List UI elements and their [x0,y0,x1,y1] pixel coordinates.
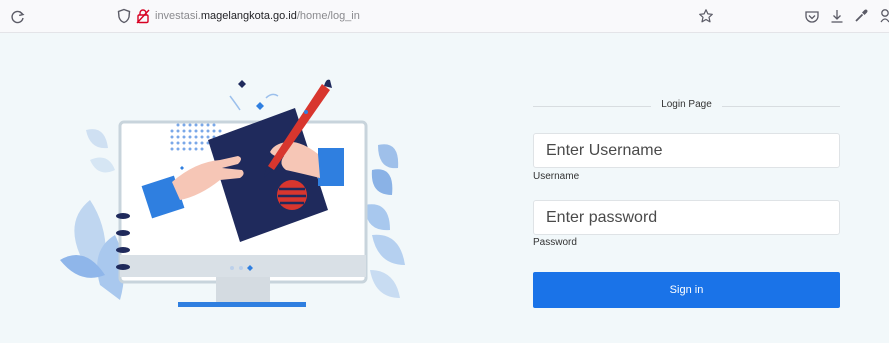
login-illustration [60,79,405,307]
login-header: Login Page [533,96,840,116]
lock-icon[interactable] [136,8,150,24]
username-label: Username [533,171,580,182]
url-prefix: investasi. [155,10,201,22]
username-field[interactable] [533,133,840,168]
star-icon[interactable] [698,8,714,24]
browser-toolbar: investasi.magelangkota.go.id/home/log_in [0,0,889,33]
url-host: magelangkota.go.id [200,10,297,22]
sign-in-button[interactable]: Sign in [533,272,840,308]
url-path: /home/log_in [296,10,360,22]
shield-icon[interactable] [117,8,131,24]
eyedropper-icon[interactable] [853,8,869,24]
password-label: Password [533,237,577,248]
login-title: Login Page [661,99,712,110]
header-divider-right [722,106,840,107]
more-icon[interactable] [879,8,889,24]
reload-icon[interactable] [10,9,26,25]
address-bar[interactable]: investasi.magelangkota.go.id/home/log_in [155,10,360,22]
password-field[interactable] [533,200,840,235]
pocket-icon[interactable] [804,9,820,25]
download-icon[interactable] [829,8,845,24]
header-divider-left [533,106,651,107]
